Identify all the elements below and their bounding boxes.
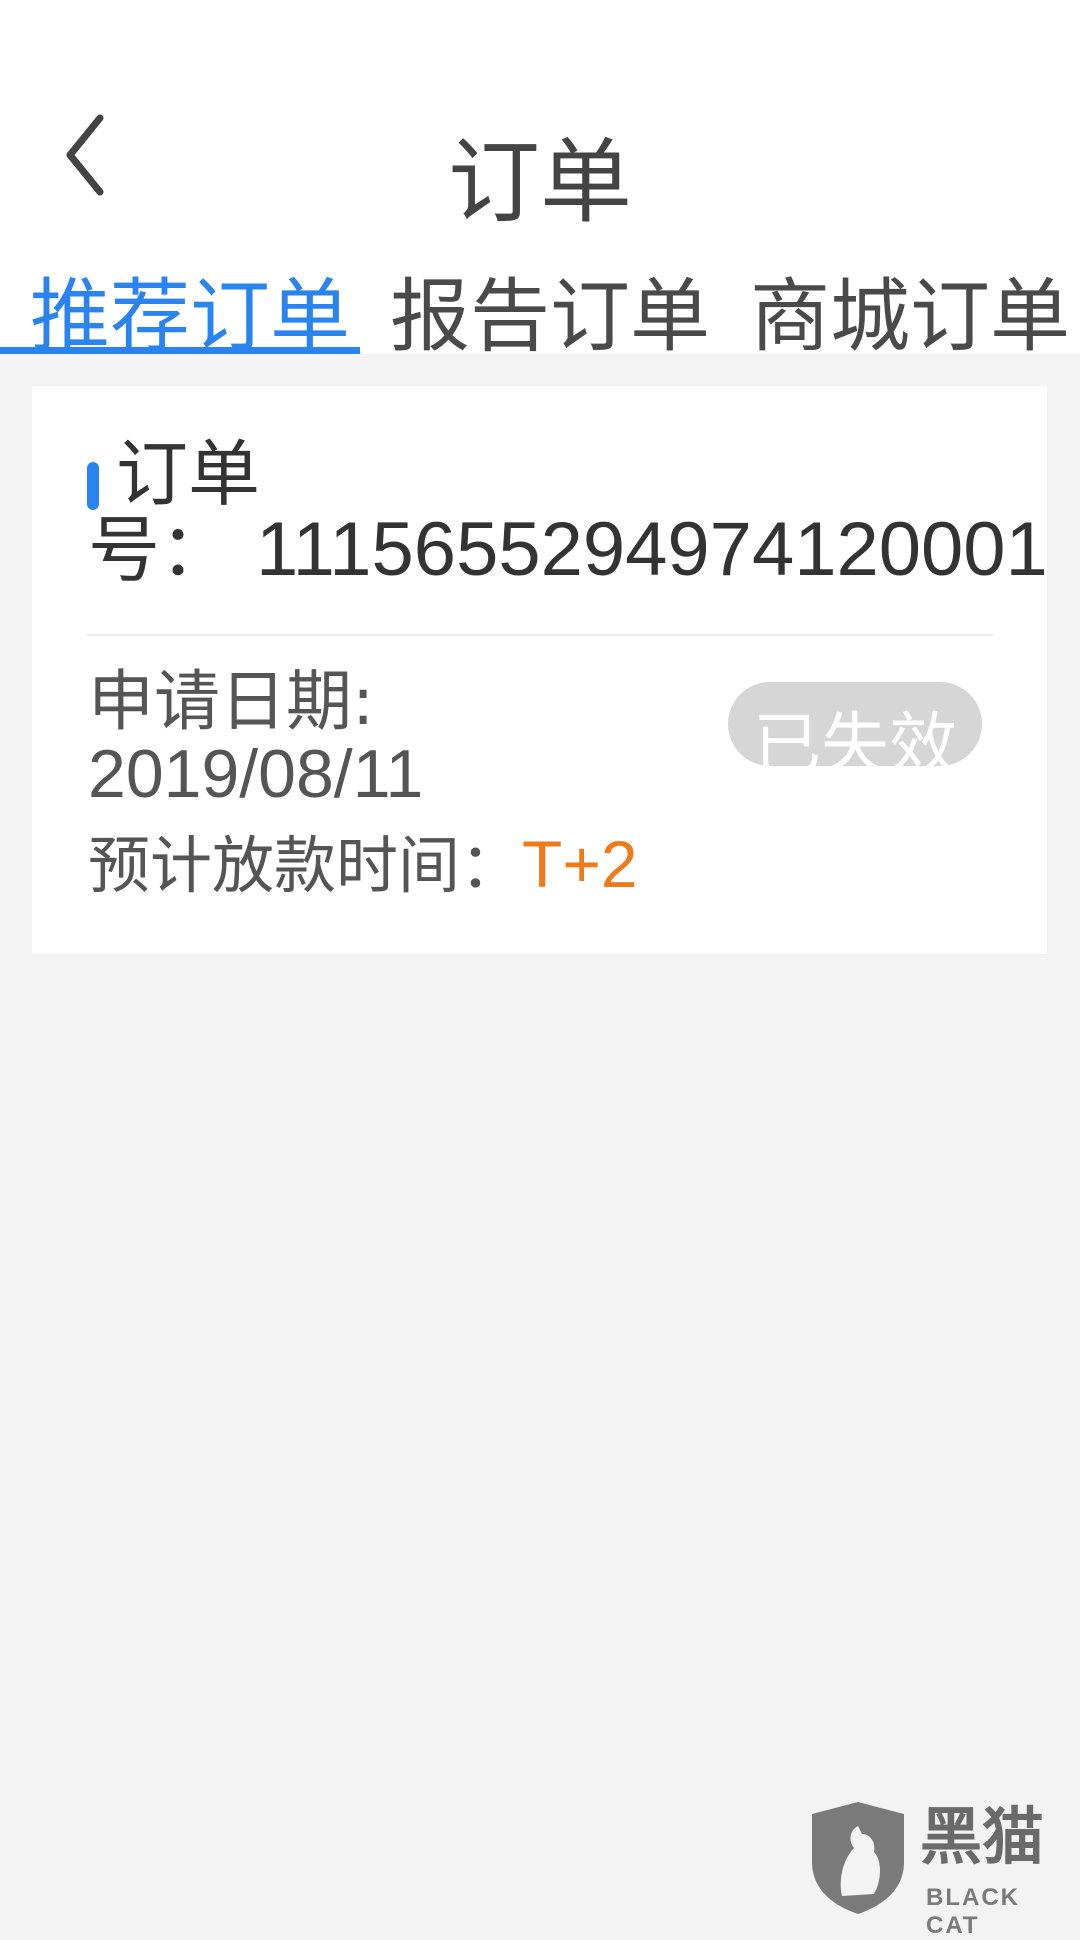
order-marker (87, 462, 99, 510)
order-number-label: 订单 (116, 432, 261, 516)
tab-bar: 推荐订单 报告订单 商城订单 (0, 262, 1080, 354)
page-title: 订单 (447, 129, 632, 236)
order-card[interactable]: 订单 号： 1115655294974120001 申请日期: 2019/08/1… (32, 386, 1048, 954)
loan-time-label: 预计放款时间： (88, 829, 523, 902)
order-number-row: 号： 1115655294974120001 (88, 507, 1048, 592)
status-badge-label: 已失效 (752, 706, 957, 766)
active-tab-indicator (0, 347, 360, 354)
apply-date-label: 申请日期: (88, 663, 375, 740)
loan-time-value: T+2 (522, 827, 638, 901)
black-cat-watermark: 黑猫 BLACK CAT (808, 1800, 1080, 1939)
tab-mall-orders[interactable]: 商城订单 (750, 262, 1070, 354)
order-number-value: 1115655294974120001 (256, 507, 1048, 592)
cat-shield-icon (808, 1800, 908, 1916)
order-number-label-suffix: 号： (88, 508, 233, 592)
apply-date-value: 2019/08/11 (88, 736, 424, 812)
tab-report-orders[interactable]: 报告订单 (390, 262, 710, 354)
status-badge: 已失效 (728, 682, 982, 766)
divider (87, 634, 993, 636)
watermark-subtext: BLACK CAT (926, 1884, 1020, 1939)
watermark-text: 黑猫 (920, 1800, 1045, 1873)
tab-recommended-orders[interactable]: 推荐订单 (30, 262, 350, 354)
header-bar: 订单 推荐订单 报告订单 商城订单 (0, 0, 1080, 354)
loan-time-row: 预计放款时间：T+2 (88, 826, 638, 904)
